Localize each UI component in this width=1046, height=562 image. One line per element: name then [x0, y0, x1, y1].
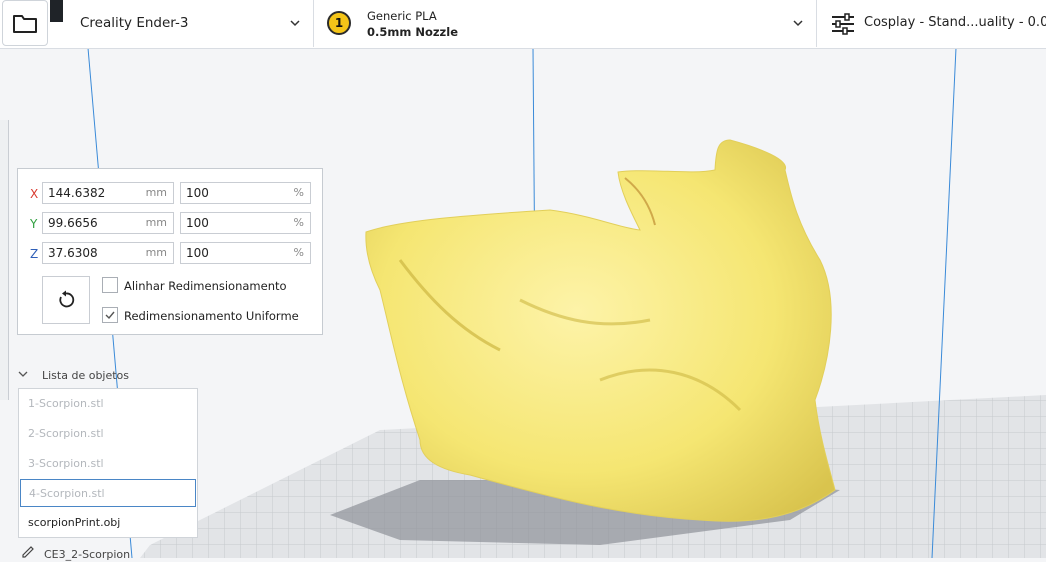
- toolbar-separator: [50, 0, 63, 22]
- material-name: Generic PLA: [367, 9, 437, 23]
- depth-percent-value: 100: [186, 216, 209, 230]
- scale-tool-panel: X 144.6382 mm 100 % Y 99.6656 mm 100 % Z…: [17, 168, 323, 335]
- height-percent-value: 100: [186, 246, 209, 260]
- axis-x-label: X: [30, 187, 39, 201]
- uniform-scaling-checkbox[interactable]: [102, 307, 118, 323]
- list-item[interactable]: 1-Scorpion.stl: [20, 390, 196, 418]
- chevron-down-icon: [18, 371, 28, 377]
- printer-selector[interactable]: Creality Ender-3: [63, 0, 314, 47]
- width-mm-value: 144.6382: [48, 186, 106, 200]
- width-percent-value: 100: [186, 186, 209, 200]
- open-file-button[interactable]: [2, 0, 48, 46]
- axis-z-label: Z: [30, 247, 39, 261]
- top-toolbar: Creality Ender-3 1 Generic PLA 0.5mm Noz…: [0, 0, 1046, 49]
- uniform-scaling-label: Redimensionamento Uniforme: [124, 309, 299, 323]
- mm-unit: mm: [145, 246, 167, 259]
- job-name: CE3_2-Scorpion: [44, 548, 131, 561]
- height-mm-value: 37.6308: [48, 246, 98, 260]
- list-item[interactable]: 2-Scorpion.stl: [20, 420, 196, 448]
- list-item[interactable]: 3-Scorpion.stl: [20, 450, 196, 478]
- percent-unit: %: [293, 216, 304, 229]
- percent-unit: %: [293, 246, 304, 259]
- list-item[interactable]: 4-Scorpion.stl: [20, 479, 196, 507]
- job-name-row[interactable]: CE3_2-Scorpion: [22, 546, 130, 561]
- chevron-down-icon: [793, 20, 803, 27]
- depth-percent-field[interactable]: 100 %: [180, 212, 311, 234]
- mm-unit: mm: [145, 216, 167, 229]
- height-mm-field[interactable]: 37.6308 mm: [42, 242, 174, 264]
- depth-mm-field[interactable]: 99.6656 mm: [42, 212, 174, 234]
- list-item[interactable]: scorpionPrint.obj: [20, 509, 196, 537]
- edit-icon: [22, 546, 34, 558]
- width-percent-field[interactable]: 100 %: [180, 182, 311, 204]
- print-settings-selector[interactable]: Cosplay - Stand...uality - 0.08m: [817, 0, 1046, 47]
- object-list: 1-Scorpion.stl 2-Scorpion.stl 3-Scorpion…: [18, 388, 198, 538]
- object-list-title: Lista de objetos: [42, 369, 130, 382]
- mm-unit: mm: [145, 186, 167, 199]
- folder-icon: [13, 15, 37, 33]
- settings-sliders-icon: [832, 13, 854, 35]
- printer-name: Creality Ender-3: [80, 15, 189, 31]
- width-mm-field[interactable]: 144.6382 mm: [42, 182, 174, 204]
- object-list-toggle[interactable]: Lista de objetos: [18, 369, 129, 382]
- depth-mm-value: 99.6656: [48, 216, 98, 230]
- percent-unit: %: [293, 186, 304, 199]
- profile-name: Cosplay - Stand...uality - 0.08m: [864, 15, 1046, 30]
- reset-scale-button[interactable]: [42, 276, 90, 324]
- extruder-badge: 1: [327, 11, 351, 35]
- scorpion-model: [365, 139, 836, 522]
- snap-scaling-label: Alinhar Redimensionamento: [124, 279, 287, 293]
- material-selector[interactable]: 1 Generic PLA 0.5mm Nozzle: [314, 0, 817, 47]
- check-icon: [105, 311, 115, 320]
- chevron-down-icon: [290, 20, 300, 27]
- axis-y-label: Y: [30, 217, 38, 231]
- reset-icon: [59, 290, 75, 308]
- nozzle-size: 0.5mm Nozzle: [367, 25, 458, 39]
- left-toolbar-edge: [0, 120, 9, 400]
- snap-scaling-checkbox[interactable]: [102, 277, 118, 293]
- height-percent-field[interactable]: 100 %: [180, 242, 311, 264]
